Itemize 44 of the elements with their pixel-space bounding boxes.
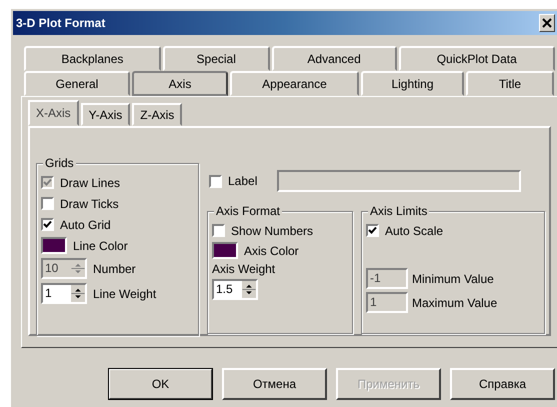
checkbox-label: Label xyxy=(228,174,258,188)
spin-box[interactable]: 1 xyxy=(41,283,87,304)
tab[interactable]: Title xyxy=(466,71,554,96)
tab[interactable]: Lighting xyxy=(361,71,464,96)
field-label: Axis Weight xyxy=(212,262,276,276)
dialog-button[interactable]: Справка xyxy=(450,368,555,400)
tab[interactable]: Appearance xyxy=(230,71,359,96)
field-label: Minimum Value xyxy=(412,272,494,286)
dialog-button[interactable]: Отмена xyxy=(222,368,327,400)
checkbox-label: Draw Ticks xyxy=(60,196,119,210)
tab[interactable]: QuickPlot Data xyxy=(398,46,555,71)
group-title: Axis Format xyxy=(214,204,282,218)
checkbox[interactable] xyxy=(209,174,222,188)
checkbox[interactable] xyxy=(366,224,379,237)
checkbox[interactable] xyxy=(212,224,225,237)
spin-box[interactable]: 1.5 xyxy=(212,279,258,300)
field-label: Line Weight xyxy=(93,286,156,300)
color-swatch[interactable] xyxy=(212,242,238,259)
color-label: Line Color xyxy=(73,238,128,252)
color-swatch[interactable] xyxy=(41,237,67,254)
dialog-button[interactable]: OK xyxy=(108,368,213,400)
tab[interactable]: Axis xyxy=(132,71,228,96)
checkbox-label: Auto Scale xyxy=(385,224,444,238)
tab[interactable]: General xyxy=(24,71,130,96)
subtab[interactable]: Y-Axis xyxy=(80,103,130,126)
tab[interactable]: Special xyxy=(162,46,270,71)
color-label: Axis Color xyxy=(244,244,299,258)
group-title: Grids xyxy=(43,156,76,170)
field-label: Maximum Value xyxy=(412,296,498,310)
checkbox-label: Auto Grid xyxy=(60,218,111,232)
checkbox[interactable] xyxy=(41,218,54,231)
checkbox[interactable] xyxy=(41,197,54,210)
subtab[interactable]: X-Axis xyxy=(28,100,79,126)
checkbox-label: Draw Lines xyxy=(60,176,120,190)
label-input-field[interactable] xyxy=(277,170,522,192)
close-button[interactable] xyxy=(539,14,555,32)
checkbox-label: Show Numbers xyxy=(231,224,314,238)
field-label: Number xyxy=(93,262,136,276)
group-title: Axis Limits xyxy=(368,204,430,218)
window-title: 3-D Plot Format xyxy=(15,16,106,30)
subtab[interactable]: Z-Axis xyxy=(132,103,182,126)
close-icon xyxy=(542,18,552,28)
tab[interactable]: Backplanes xyxy=(24,46,161,71)
tab[interactable]: Advanced xyxy=(272,46,396,71)
